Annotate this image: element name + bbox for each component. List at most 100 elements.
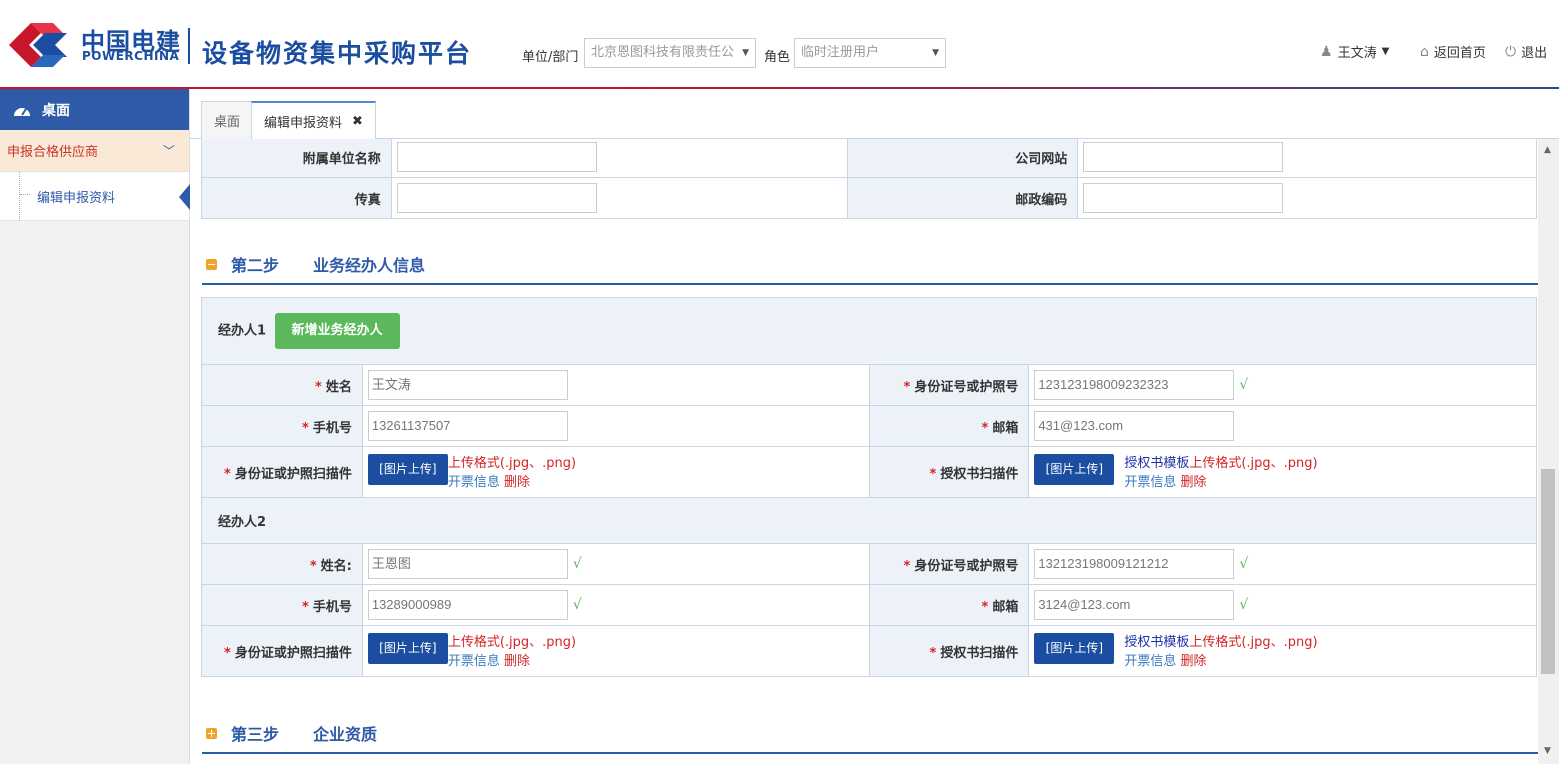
agent1-id-label: 身份证号或护照号 — [914, 379, 1019, 395]
step3-number: 第三步 — [231, 725, 280, 744]
collapse-icon[interactable] — [206, 258, 217, 270]
required-mark: * — [981, 599, 989, 615]
agent2-id-label: 身份证号或护照号 — [914, 558, 1019, 574]
invoice-link[interactable]: 开票信息 — [1124, 475, 1176, 490]
tab-desk[interactable]: 桌面 — [201, 101, 254, 139]
required-mark: * — [929, 645, 937, 661]
table-row: * 身份证或护照扫描件 [图片上传] 上传格式(.jpg、.png) 开票信息 删… — [201, 446, 1537, 498]
step2-title: 业务经办人信息 — [313, 256, 426, 275]
agent2-id-input[interactable]: 132123198009121212 — [1034, 549, 1235, 579]
valid-check-icon: √ — [1239, 556, 1249, 572]
invoice-link[interactable]: 开票信息 — [1124, 654, 1176, 669]
auth-template-link[interactable]: 授权书模板 — [1124, 456, 1189, 471]
affiliate-label: 附属单位名称 — [201, 139, 392, 178]
step3-title: 企业资质 — [313, 725, 378, 744]
logout-link[interactable]: ⏻ 退出 — [1505, 42, 1548, 62]
unit-dropdown-arrow-icon: ▼ — [742, 48, 749, 58]
sidebar-group-supplier[interactable]: 申报合格供应商 ﹀ — [0, 130, 189, 172]
main-content: 附属单位名称 公司网站 传真 邮政编码 第二步 业务经办人信息 经办人1 新增业… — [200, 139, 1538, 764]
required-mark: * — [929, 466, 937, 482]
agent2-name-label: 姓名: — [320, 558, 352, 574]
table-row: * 身份证或护照扫描件 [图片上传] 上传格式(.jpg、.png) 开票信息 删… — [201, 625, 1537, 677]
agent2-idscan-label: 身份证或护照扫描件 — [234, 645, 352, 661]
fax-input[interactable] — [396, 183, 597, 213]
table-row: 附属单位名称 公司网站 — [201, 139, 1537, 178]
logo-text-en: POWERCHINA — [82, 49, 180, 63]
agent1-phone-input[interactable]: 13261137507 — [367, 411, 568, 441]
role-label: 角色 — [764, 50, 791, 65]
agent2-idscan-upload-button[interactable]: [图片上传] — [367, 633, 448, 664]
agent1-idscan-upload-button[interactable]: [图片上传] — [367, 454, 448, 485]
agent1-auth-label: 授权书扫描件 — [940, 466, 1019, 482]
sidebar-group-label: 申报合格供应商 — [7, 145, 99, 160]
required-mark: * — [224, 466, 231, 482]
home-link[interactable]: ⌂ 返回首页 — [1420, 42, 1486, 62]
agent1-idscan-label: 身份证或护照扫描件 — [234, 466, 352, 482]
website-input[interactable] — [1083, 142, 1284, 172]
table-row: * 手机号 13289000989 √ * 邮箱 3124@123.com √ — [201, 584, 1537, 626]
upload-format-hint: 上传格式(.jpg、.png) — [447, 635, 577, 650]
powerchina-logo-icon — [9, 23, 67, 67]
agent1-name-input[interactable]: 王文涛 — [367, 370, 568, 400]
agent1-email-label: 邮箱 — [992, 420, 1019, 436]
agent-table: 经办人1 新增业务经办人 * 姓名 王文涛 * 身份证号或护照号 123123198… — [201, 297, 1537, 677]
agent2-auth-label: 授权书扫描件 — [940, 645, 1019, 661]
close-icon[interactable]: ✖ — [352, 114, 363, 129]
postcode-label: 邮政编码 — [846, 177, 1079, 219]
agent2-name-input[interactable]: 王恩图 — [367, 549, 568, 579]
agent1-id-input[interactable]: 123123198009232323 — [1034, 370, 1235, 400]
tab-edit-application[interactable]: 编辑申报资料 ✖ — [251, 101, 376, 140]
add-agent-button[interactable]: 新增业务经办人 — [274, 313, 400, 349]
scroll-down-icon[interactable]: ▼ — [1544, 746, 1551, 756]
auth-template-link[interactable]: 授权书模板 — [1124, 635, 1189, 650]
role-select[interactable]: 临时注册用户 ▼ — [794, 38, 946, 68]
chevron-down-icon: ﹀ — [162, 144, 175, 158]
role-dropdown-arrow-icon: ▼ — [932, 48, 939, 58]
agent1-phone-label: 手机号 — [312, 420, 352, 436]
step3-header[interactable]: 第三步 企业资质 — [202, 714, 1538, 754]
postcode-input[interactable] — [1083, 183, 1284, 213]
sidebar-item-desk-label: 桌面 — [42, 102, 70, 119]
website-label: 公司网站 — [846, 139, 1079, 178]
agent1-head: 经办人1 — [218, 323, 267, 339]
invoice-link[interactable]: 开票信息 — [448, 475, 500, 490]
required-mark: * — [302, 599, 309, 615]
agent1-email-input[interactable]: 431@123.com — [1034, 411, 1235, 441]
tree-line — [19, 172, 20, 221]
unit-select-value: 北京恩图科技有限责任公 — [591, 45, 735, 60]
delete-link[interactable]: 删除 — [1180, 475, 1206, 490]
sidebar-item-desk[interactable]: 桌面 — [0, 89, 189, 130]
agent2-email-input[interactable]: 3124@123.com — [1034, 590, 1235, 620]
invoice-link[interactable]: 开票信息 — [448, 654, 500, 669]
required-mark: * — [309, 558, 317, 574]
agent2-head: 经办人2 — [218, 515, 267, 530]
logout-label: 退出 — [1521, 46, 1548, 61]
valid-check-icon: √ — [1239, 377, 1249, 393]
sidebar-item-edit-label: 编辑申报资料 — [37, 190, 116, 206]
delete-link[interactable]: 删除 — [504, 475, 530, 490]
home-icon: ⌂ — [1420, 43, 1429, 60]
required-mark: * — [302, 420, 309, 436]
delete-link[interactable]: 删除 — [1180, 654, 1206, 669]
agent2-email-label: 邮箱 — [992, 599, 1019, 615]
sidebar-item-edit-application[interactable]: 编辑申报资料 — [0, 172, 190, 221]
user-menu[interactable]: ♟ 王文涛 ▼ — [1320, 42, 1389, 62]
scroll-thumb[interactable] — [1541, 469, 1555, 674]
tab-bar: 桌面 编辑申报资料 ✖ — [190, 89, 1559, 140]
sidebar: 桌面 申报合格供应商 ﹀ 编辑申报资料 — [0, 89, 190, 764]
affiliate-input[interactable] — [396, 142, 597, 172]
tab-edit-label: 编辑申报资料 — [264, 116, 343, 131]
fax-label: 传真 — [201, 177, 392, 219]
agent2-auth-upload-button[interactable]: [图片上传] — [1034, 633, 1115, 664]
agent2-phone-input[interactable]: 13289000989 — [367, 590, 568, 620]
unit-select[interactable]: 北京恩图科技有限责任公 ▼ — [584, 38, 756, 68]
required-mark: * — [903, 379, 911, 395]
step2-header[interactable]: 第二步 业务经办人信息 — [202, 245, 1538, 285]
agent1-auth-upload-button[interactable]: [图片上传] — [1034, 454, 1115, 485]
delete-link[interactable]: 删除 — [504, 654, 530, 669]
user-icon: ♟ — [1320, 43, 1333, 60]
expand-icon[interactable] — [206, 727, 217, 739]
vertical-scrollbar[interactable]: ▲ ▼ — [1538, 139, 1559, 764]
scroll-up-icon[interactable]: ▲ — [1544, 145, 1551, 155]
tab-desk-label: 桌面 — [214, 115, 241, 130]
